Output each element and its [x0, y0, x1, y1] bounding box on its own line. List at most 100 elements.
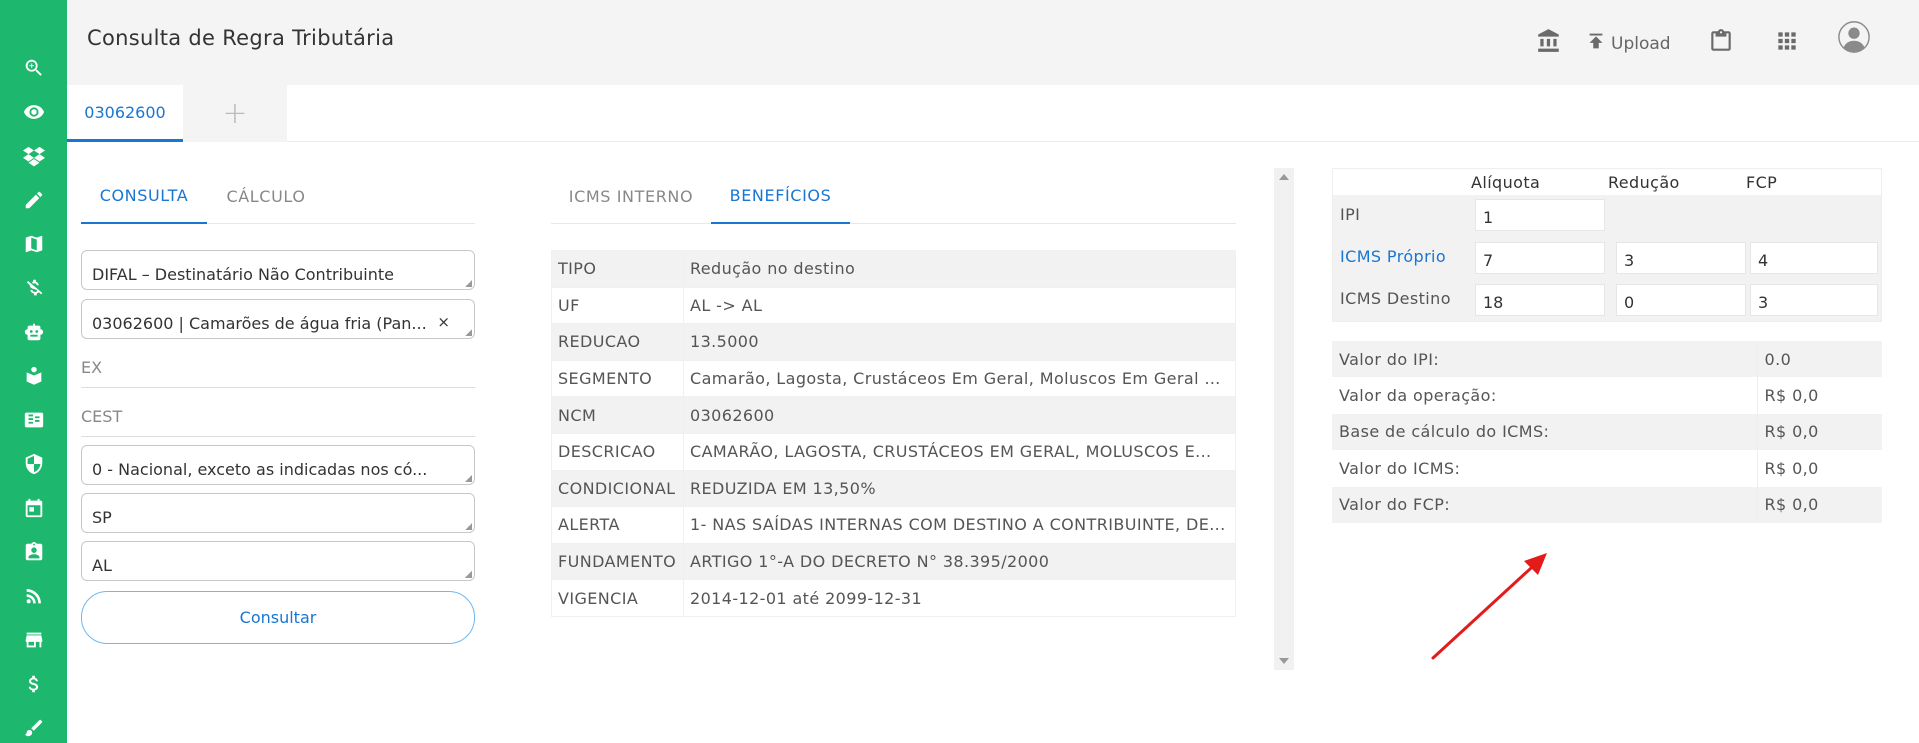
assignment-ind-icon[interactable]	[20, 538, 47, 565]
beneficio-value: CAMARÃO, LAGOSTA, CRUSTÁCEOS EM GERAL, M…	[683, 432, 1236, 471]
page-title: Consulta de Regra Tributária	[87, 26, 395, 50]
beneficio-key: NCM	[551, 396, 684, 434]
rates-header: Alíquota Redução FCP	[1333, 169, 1881, 195]
dollar-icon[interactable]	[20, 670, 47, 697]
icms-proprio-fcp-input[interactable]: 4	[1750, 242, 1878, 274]
icms-proprio-reducao-input[interactable]: 3	[1616, 242, 1746, 274]
sidebar	[0, 0, 67, 743]
beneficio-value: Camarão, Lagosta, Crustáceos Em Geral, M…	[683, 359, 1236, 398]
eye-icon[interactable]	[20, 98, 47, 125]
tab-icms-interno[interactable]: ICMS INTERNO	[551, 168, 711, 224]
table-row: Valor da operação: R$ 0,0	[1332, 377, 1882, 414]
icms-destino-reducao-input[interactable]: 0	[1616, 284, 1746, 316]
operation-type-value: DIFAL – Destinatário Não Contribuinte	[92, 265, 394, 284]
store-icon[interactable]	[20, 626, 47, 653]
brush-icon[interactable]	[20, 714, 47, 741]
tab-calculo[interactable]: CÁLCULO	[207, 168, 325, 224]
value-label: Valor do IPI:	[1332, 341, 1757, 378]
table-row: NCM 03062600	[551, 396, 1236, 434]
table-row: Valor do FCP: R$ 0,0	[1332, 486, 1882, 523]
uf-origin-field[interactable]: SP	[81, 493, 475, 533]
table-row: CONDICIONAL REDUZIDA EM 13,50%	[551, 469, 1236, 508]
beneficio-key: REDUCAO	[551, 323, 684, 361]
value-label: Base de cálculo do ICMS:	[1332, 413, 1757, 451]
scroll-up-arrow-icon[interactable]	[1279, 174, 1289, 180]
table-row: SEGMENTO Camarão, Lagosta, Crustáceos Em …	[551, 359, 1236, 398]
upload-button[interactable]: Upload	[1585, 26, 1671, 56]
table-row: REDUCAO 13.5000	[551, 323, 1236, 361]
beneficio-key: CONDICIONAL	[551, 469, 684, 508]
resize-grip-icon	[465, 523, 472, 530]
values-table: Valor do IPI: 0.0 Valor da operação: R$ 0,0…	[1332, 341, 1882, 523]
rss-feed-icon[interactable]	[20, 582, 47, 609]
left-tabs: CONSULTA CÁLCULO	[81, 168, 475, 224]
bank-icon[interactable]	[1536, 26, 1562, 56]
value-amount: R$ 0,0	[1756, 486, 1882, 523]
beneficio-value: REDUZIDA EM 13,50%	[683, 469, 1236, 508]
calendar-icon[interactable]	[20, 494, 47, 521]
table-row: VIGENCIA 2014-12-01 até 2099-12-31	[551, 579, 1236, 617]
value-amount: 0.0	[1756, 341, 1882, 378]
money-off-icon[interactable]	[20, 274, 47, 301]
resize-grip-icon	[465, 280, 472, 287]
annotation-arrow-icon	[1431, 553, 1547, 660]
table-row: ALERTA 1- NAS SAÍDAS INTERNAS COM DESTINO…	[551, 506, 1236, 544]
beneficio-value: Redução no destino	[683, 250, 1236, 288]
clipboard-icon[interactable]	[1708, 26, 1734, 56]
robot-icon[interactable]	[20, 318, 47, 345]
icms-proprio-link[interactable]: ICMS Próprio	[1340, 247, 1446, 266]
user-avatar-icon[interactable]	[1837, 21, 1871, 53]
table-row: Valor do IPI: 0.0	[1332, 341, 1882, 378]
tab-consulta[interactable]: CONSULTA	[81, 168, 207, 224]
ex-input[interactable]: EX	[81, 344, 475, 388]
ncm-value: 03062600 | Camarões de água fria (Pan...	[92, 314, 427, 333]
uf-destination-field[interactable]: AL	[81, 541, 475, 581]
pencil-icon[interactable]	[20, 186, 47, 213]
beneficio-key: UF	[551, 286, 684, 325]
consultar-button[interactable]: Consultar	[81, 591, 475, 644]
uf-destination-value: AL	[92, 556, 112, 575]
icms-destino-fcp-input[interactable]: 3	[1750, 284, 1878, 316]
operation-type-field[interactable]: DIFAL – Destinatário Não Contribuinte	[81, 250, 475, 290]
invoice-icon[interactable]	[20, 406, 47, 433]
icms-destino-aliquota-input[interactable]: 18	[1475, 284, 1605, 316]
header-reducao: Redução	[1608, 173, 1680, 192]
book-icon[interactable]	[20, 362, 47, 389]
value-label: Valor da operação:	[1332, 377, 1757, 414]
app-root: Consulta de Regra Tributária Upload 0306…	[0, 0, 1919, 743]
zoom-in-icon[interactable]	[20, 54, 47, 81]
map-icon[interactable]	[20, 230, 47, 257]
security-shield-icon[interactable]	[20, 450, 47, 477]
value-label: Valor do FCP:	[1332, 486, 1757, 523]
resize-grip-icon	[465, 329, 472, 336]
header-fcp: FCP	[1746, 173, 1778, 192]
origin-field[interactable]: 0 - Nacional, exceto as indicadas nos có…	[81, 445, 475, 485]
ncm-field[interactable]: 03062600 | Camarões de água fria (Pan...…	[81, 299, 475, 339]
beneficio-value: 13.5000	[683, 323, 1236, 361]
value-amount: R$ 0,0	[1756, 377, 1882, 414]
beneficio-value: 03062600	[683, 396, 1236, 434]
beneficio-key: TIPO	[551, 250, 684, 288]
icms-proprio-aliquota-input[interactable]: 7	[1475, 242, 1605, 274]
header-aliquota: Alíquota	[1471, 173, 1541, 192]
add-tab-button[interactable]: +	[183, 85, 287, 142]
upload-label: Upload	[1611, 34, 1671, 54]
document-tabs: 03062600 +	[67, 85, 1919, 142]
upload-icon	[1589, 33, 1603, 49]
cest-input[interactable]: CEST	[81, 393, 475, 437]
tab-03062600[interactable]: 03062600	[67, 85, 183, 142]
tab-beneficios[interactable]: BENEFÍCIOS	[711, 168, 850, 224]
beneficio-key: DESCRICAO	[551, 432, 684, 471]
table-row: DESCRICAO CAMARÃO, LAGOSTA, CRUSTÁCEOS EM…	[551, 432, 1236, 471]
scrollbar[interactable]	[1274, 168, 1294, 670]
apps-grid-icon[interactable]	[1774, 26, 1800, 56]
rates-panel: Alíquota Redução FCP IPI 1 ICMS Próprio …	[1332, 168, 1882, 322]
value-amount: R$ 0,0	[1756, 413, 1882, 451]
dropbox-icon[interactable]	[20, 142, 47, 169]
scroll-down-arrow-icon[interactable]	[1279, 658, 1289, 664]
top-header: Consulta de Regra Tributária Upload	[67, 0, 1919, 85]
value-amount: R$ 0,0	[1756, 450, 1882, 487]
clear-icon[interactable]: ×	[437, 313, 450, 331]
ipi-aliquota-input[interactable]: 1	[1475, 199, 1605, 231]
beneficio-value: AL -> AL	[683, 286, 1236, 325]
